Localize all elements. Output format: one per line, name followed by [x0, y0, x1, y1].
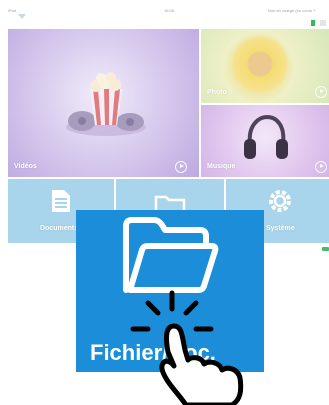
tap-hand-icon: [130, 290, 244, 405]
